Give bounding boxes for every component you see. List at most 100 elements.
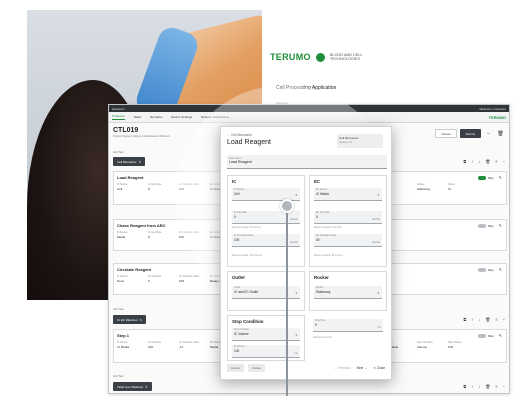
more-icon[interactable]: ≡ — [495, 159, 497, 164]
user-menu[interactable]: Welcome, Instructor — [479, 107, 506, 111]
copy-icon[interactable]: ⧉ — [463, 384, 466, 389]
panel-title: Outlet — [232, 275, 245, 280]
outlet-panel: Outlet Outlet IC and EC Outlet ▾ — [227, 271, 305, 311]
field-value: IC Media — [316, 192, 329, 196]
edit-icon[interactable]: ✎ — [499, 267, 502, 272]
skip-toggle[interactable]: Skip — [477, 223, 494, 228]
param-value: 100 — [148, 345, 154, 349]
next-button[interactable]: Next → — [357, 366, 368, 370]
stop-volume-input[interactable]: IC Volume 100 mL — [232, 345, 300, 358]
field-label: EC Source — [316, 189, 328, 191]
step-name-input[interactable]: Step Name * Load Reagent — [227, 155, 387, 169]
more-icon[interactable]: ≡ — [495, 384, 497, 389]
menu-network-notifications[interactable]: Network Notifications — [201, 115, 229, 119]
back-link[interactable]: ← Cell Bioreactor — [227, 133, 252, 137]
close-button[interactable]: ✕ Close — [373, 366, 385, 370]
add-task-label: Add Task — [113, 308, 124, 311]
trash-icon[interactable]: 🗑 — [485, 384, 490, 389]
param-label: IC Circulation Rate — [179, 341, 200, 344]
ec-source-select[interactable]: EC Source IC Media ▾ — [314, 188, 382, 201]
field-unit: mL/min — [372, 241, 380, 244]
magnifier-handle — [286, 205, 288, 396]
skip-label: Skip — [487, 223, 494, 228]
field-unit: hrs — [377, 326, 381, 329]
collapse-icon[interactable]: − — [503, 384, 505, 389]
task-toolbar: ⧉ ↑ ↓ 🗑 ≡ − — [463, 384, 505, 389]
ec-inlet-rate-input[interactable]: EC Inlet Rate 0 mL/min — [314, 211, 382, 224]
field-label: Stop Condition — [234, 329, 250, 331]
move-up-icon[interactable]: ↑ — [471, 384, 473, 389]
minus-icon[interactable]: − — [484, 129, 493, 138]
move-up-icon[interactable]: ↑ — [471, 159, 473, 164]
magnifier-pivot — [280, 199, 294, 213]
field-value: 30 — [316, 238, 320, 242]
skip-toggle[interactable]: Skip — [477, 267, 494, 272]
field-hint: Recommended: 50 mL/min — [232, 226, 261, 229]
card-title: Step 1 — [117, 333, 130, 338]
more-icon[interactable]: ≡ — [495, 317, 497, 322]
field-label: EC Inlet Rate — [316, 212, 330, 214]
param-label: IC Source — [117, 183, 128, 186]
move-up-icon[interactable]: ↑ — [471, 317, 473, 322]
field-hint: Estimated 4.5 min — [313, 336, 333, 339]
move-down-icon[interactable]: ↓ — [478, 317, 480, 322]
field-label: Rocker — [316, 287, 324, 289]
param-value: IC Media — [117, 345, 130, 349]
menu-tasks[interactable]: Tasks — [134, 115, 142, 119]
edit-icon[interactable]: ✎ — [499, 223, 502, 228]
submit-button[interactable]: Submit — [459, 129, 481, 138]
edit-icon[interactable]: ✎ — [499, 333, 502, 338]
protocol-subtitle: Protocol System Volume Cell Expansion Pr… — [113, 135, 170, 138]
move-down-icon[interactable]: ↓ — [478, 384, 480, 389]
toggle-switch[interactable] — [477, 223, 486, 228]
toggle-switch[interactable] — [477, 333, 486, 338]
ic-inlet-rate-input[interactable]: IC Inlet Rate 0 mL/min — [232, 211, 300, 224]
cancel-step-button[interactable]: Cancel — [227, 364, 245, 372]
menu-protocols[interactable]: Protocols — [112, 114, 125, 120]
stop-time-panel: Stop Time 0 hrs Estimated 4.5 min — [309, 315, 387, 361]
task-chip-cell-bioreactor[interactable]: Cell Bioreactor ✎ — [113, 157, 146, 166]
toggle-switch[interactable] — [477, 267, 486, 272]
card-right-params: OutletIC Waste Stop ConditionVolume Stop… — [386, 341, 476, 349]
field-value: IC Volume — [234, 332, 249, 336]
field-label: IC Volume — [234, 346, 245, 348]
delete-step-button[interactable]: Delete — [248, 364, 266, 372]
collapse-icon[interactable]: − — [503, 317, 505, 322]
copy-icon[interactable]: ⧉ — [463, 159, 466, 164]
step-name-value[interactable]: Load Reagent — [229, 160, 385, 164]
cancel-button[interactable]: Cancel — [435, 129, 457, 138]
rocker-select[interactable]: Rocker Stationary ▾ — [314, 286, 382, 299]
footer-nav: ← Previous Next → ✕ Close — [334, 366, 385, 370]
toggle-switch[interactable] — [477, 175, 486, 180]
trash-icon[interactable]: 🗑 — [485, 159, 490, 164]
protocol-title: CTL019 — [113, 127, 139, 134]
ec-circulation-rate-input[interactable]: EC Circulation Rate 30 mL/min — [314, 234, 382, 247]
task-chip-ic-ec-washout[interactable]: IC EC Washout ✎ — [113, 315, 147, 324]
previous-button[interactable]: ← Previous — [334, 366, 350, 370]
task-chip-initial-line-washout[interactable]: Initial Line Washout ✎ — [113, 382, 152, 391]
collapse-icon[interactable]: − — [503, 159, 505, 164]
param-value: 100 — [179, 279, 185, 283]
window-title: Quantum — [112, 106, 125, 111]
stop-condition-select[interactable]: Stop Condition IC Volume ▾ — [232, 328, 300, 341]
menu-remarks[interactable]: Remarks — [150, 115, 162, 119]
chevron-down-icon: ▾ — [377, 193, 379, 197]
menu-device-settings[interactable]: Device Settings — [171, 115, 192, 119]
card-title: Chase Reagent from ARC — [117, 223, 166, 228]
edit-icon[interactable]: ✎ — [499, 175, 502, 180]
ic-circulation-rate-input[interactable]: IC Circulation Rate 100 mL/min — [232, 234, 300, 247]
skip-toggle[interactable]: Skip — [477, 333, 494, 338]
outlet-select[interactable]: Outlet IC and EC Outlet ▾ — [232, 286, 300, 299]
card-title: Load Reagent — [117, 175, 144, 180]
stop-time-input[interactable]: Stop Time 0 hrs — [313, 319, 383, 332]
trash-icon[interactable]: 🗑 — [485, 317, 490, 322]
delete-icon[interactable]: 🗑 — [496, 129, 505, 138]
rocker-panel: Rocker Rocker Stationary ▾ — [309, 271, 387, 311]
field-value: 0 — [234, 215, 236, 219]
field-unit: mL/min — [290, 218, 298, 221]
skip-toggle[interactable]: Skip — [477, 175, 494, 180]
copy-icon[interactable]: ⧉ — [463, 317, 466, 322]
panel-title: Stop Condition — [232, 319, 264, 324]
field-label: IC Source — [234, 189, 245, 191]
move-down-icon[interactable]: ↓ — [478, 159, 480, 164]
